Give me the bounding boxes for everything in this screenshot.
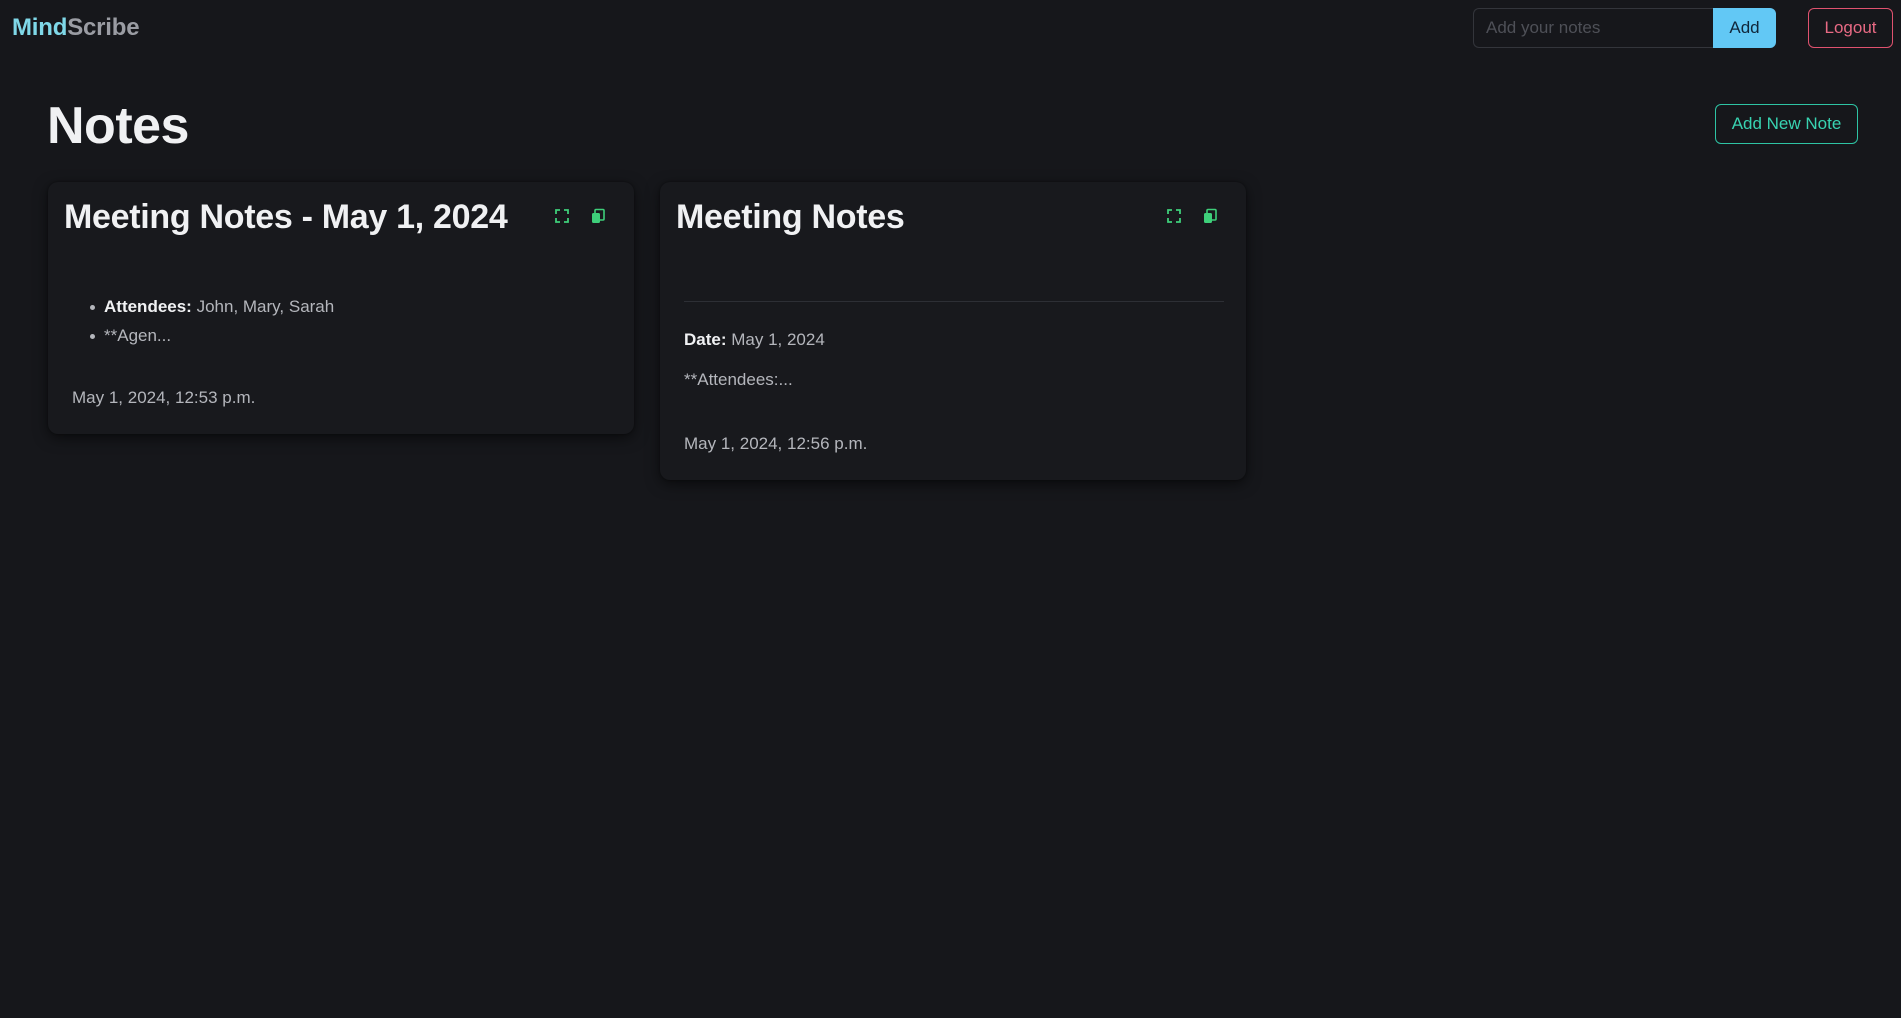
page-title: Notes [47,97,189,155]
note-actions [554,208,606,224]
copy-icon[interactable] [590,208,606,224]
bullet-text: John, Mary, Sarah [191,297,335,316]
bullet-label: Attendees: [104,297,192,316]
brand-part-scribe: Scribe [67,14,140,41]
list-item: Attendees: John, Mary, Sarah [89,292,335,321]
add-new-note-button[interactable]: Add New Note [1715,104,1858,144]
list-item: **Agen... [89,321,334,350]
bullet-text: **Agen... [104,326,172,345]
note-actions [1166,208,1218,224]
expand-icon[interactable] [554,208,570,224]
top-navbar: MindScribe Add Logout [0,0,1901,56]
brand-logo[interactable]: MindScribe [12,14,140,42]
quick-add-button[interactable]: Add [1713,8,1776,48]
logout-button[interactable]: Logout [1808,8,1893,48]
note-timestamp: May 1, 2024, 12:56 p.m. [684,434,868,453]
note-date-line: Date: May 1, 2024 [684,330,825,350]
note-title: Meeting Notes - May 1, 2024 [64,198,508,236]
date-label: Date: [684,330,727,349]
date-value: May 1, 2024 [726,330,825,349]
note-divider [684,301,1224,302]
note-title: Meeting Notes [676,198,905,236]
brand-part-mind: Mind [12,14,68,41]
quick-add-form: Add [1473,8,1776,48]
note-timestamp: May 1, 2024, 12:53 p.m. [72,388,256,407]
note-card[interactable]: Meeting Notes - May 1, 2024 Attendees: J… [48,182,634,434]
note-bullet-list: Attendees: John, Mary, Sarah **Agen... [89,292,335,350]
expand-icon[interactable] [1166,208,1182,224]
note-attendees-line: **Attendees:... [684,370,793,389]
note-card[interactable]: Meeting Notes Date: May 1, 2024 **Attend… [660,182,1246,480]
copy-icon[interactable] [1202,208,1218,224]
quick-add-input[interactable] [1473,8,1713,48]
